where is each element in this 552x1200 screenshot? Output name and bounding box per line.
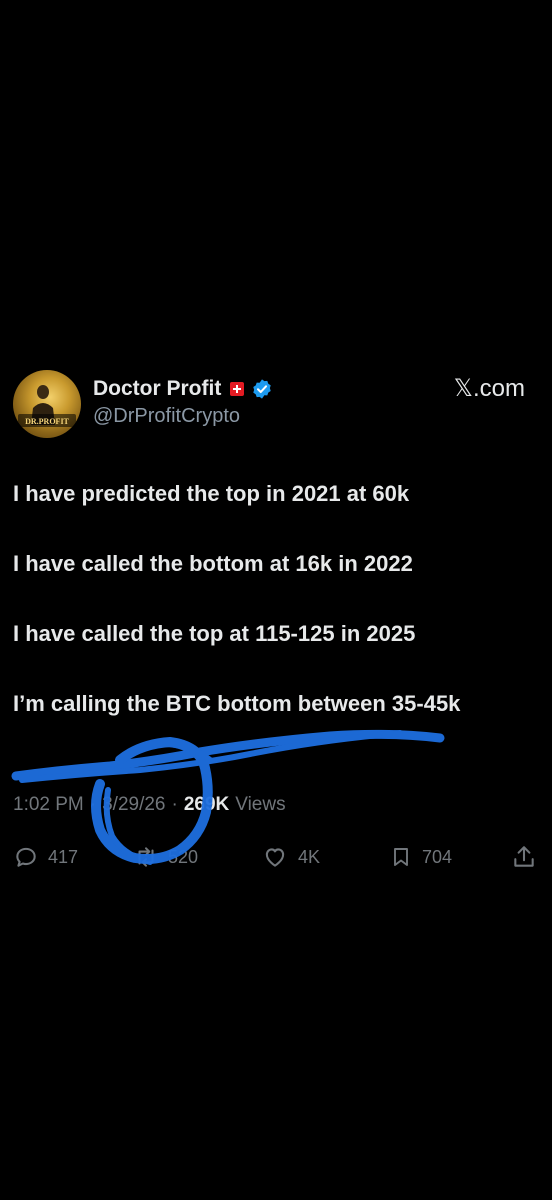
tweet-line-2: I have called the bottom at 16k in 2022	[13, 551, 413, 576]
tweet-actions: 417 520 4K 704	[13, 842, 539, 872]
tweet-line-1: I have predicted the top in 2021 at 60k	[13, 481, 410, 506]
tweet-text: I have predicted the top in 2021 at 60k …	[13, 478, 533, 758]
author-name-row: Doctor Profit	[93, 375, 273, 403]
like-count: 4K	[298, 846, 321, 867]
meta-separator: ·	[171, 794, 178, 815]
share-button[interactable]	[511, 842, 537, 872]
avatar[interactable]: DR.PROFIT	[13, 370, 81, 438]
verified-badge-icon	[253, 379, 272, 399]
repost-button[interactable]: 520	[133, 842, 198, 872]
heart-icon	[265, 848, 285, 867]
bookmark-icon	[394, 848, 408, 866]
bookmark-button[interactable]: 704	[389, 842, 452, 872]
tweet-date[interactable]: 3/29/26	[102, 794, 165, 816]
display-name[interactable]: Doctor Profit	[93, 377, 221, 401]
x-brand-label: 𝕏.com	[453, 375, 525, 402]
share-icon	[514, 846, 534, 867]
views-count: 269K	[183, 794, 230, 815]
tweet-line-3: I have called the top at 115-125 in 2025	[13, 621, 416, 646]
reply-count: 417	[48, 846, 79, 867]
tweet-card[interactable]: DR.PROFIT Doctor Profit @DrProfitCrypto …	[0, 360, 552, 880]
like-button[interactable]: 4K	[261, 842, 320, 872]
bookmark-count: 704	[422, 846, 453, 867]
repost-count: 520	[168, 846, 199, 867]
avatar-logo-text: DR.PROFIT	[25, 417, 69, 426]
meta-separator: ·	[89, 794, 97, 815]
tweet-time[interactable]: 1:02 PM	[13, 794, 84, 816]
reply-icon	[16, 847, 36, 867]
tweet-meta: 1:02 PM · 3/29/26 · 269K Views	[13, 794, 286, 816]
repost-icon	[138, 847, 154, 867]
reply-button[interactable]: 417	[13, 842, 78, 872]
swiss-flag-icon	[230, 382, 245, 396]
tweet-line-4: I’m calling the BTC bottom between 35-45…	[13, 691, 461, 716]
views-label: Views	[235, 794, 286, 815]
author-handle[interactable]: @DrProfitCrypto	[93, 405, 240, 428]
